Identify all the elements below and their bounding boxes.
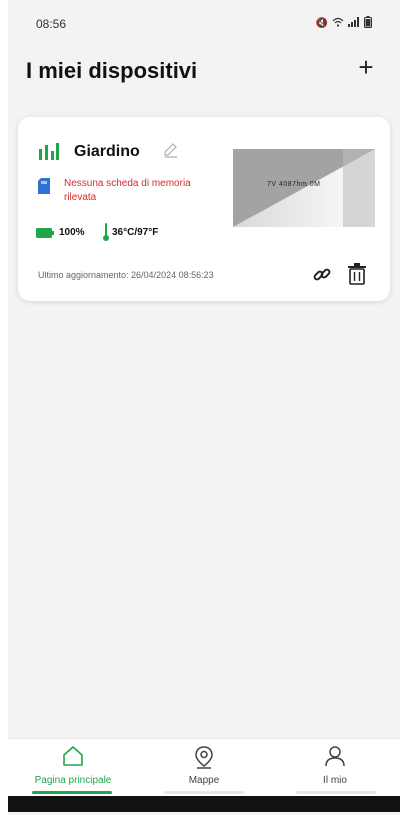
- camera-thumbnail[interactable]: 7V 4087hm 0M: [233, 149, 375, 227]
- device-name: Giardino: [74, 143, 140, 160]
- nav-item-profile[interactable]: Il mio: [270, 739, 400, 797]
- add-device-button[interactable]: +: [354, 54, 378, 80]
- wifi-icon: [332, 17, 344, 31]
- map-pin-icon: [195, 746, 213, 769]
- nav-item-maps[interactable]: Mappe: [139, 739, 269, 797]
- device-card[interactable]: Giardino Nessuna scheda di memoria rilev…: [18, 117, 390, 301]
- temperature: 36°C/97°F: [112, 227, 159, 238]
- battery-level-icon: [36, 228, 54, 238]
- status-bar: 08:56 🔇: [8, 0, 400, 44]
- status-time: 08:56: [36, 17, 67, 31]
- nav-label-home: Pagina principale: [34, 775, 112, 786]
- bottom-navigation: Pagina principale Mappe Il mio: [8, 738, 400, 796]
- system-navigation-bar: [8, 796, 400, 812]
- nav-item-home[interactable]: Pagina principale: [8, 739, 138, 797]
- home-icon: [63, 746, 83, 766]
- nav-label-maps: Mappe: [188, 775, 220, 786]
- app-screen: 08:56 🔇 I miei dispositivi + Giardino Ne…: [8, 0, 400, 815]
- link-icon[interactable]: [312, 265, 332, 285]
- user-icon: [325, 746, 345, 767]
- thumbnail-image: [233, 149, 375, 227]
- status-icons: 🔇: [316, 16, 372, 32]
- nav-indicator-maps: [164, 791, 244, 794]
- page-title: I miei dispositivi: [26, 58, 198, 83]
- mute-icon: 🔇: [315, 18, 328, 29]
- signal-strength-icon: [39, 143, 59, 160]
- thermometer-icon: [103, 223, 109, 241]
- nav-indicator-home: [32, 791, 112, 794]
- battery-level: 100%: [59, 227, 85, 238]
- nav-indicator-profile: [296, 791, 376, 794]
- edit-icon[interactable]: [162, 141, 180, 159]
- sd-card-icon: [38, 178, 50, 194]
- trash-icon[interactable]: [348, 263, 366, 285]
- nav-label-profile: Il mio: [323, 775, 347, 786]
- sd-card-warning: Nessuna scheda di memoria rilevata: [64, 178, 191, 203]
- last-update: Ultimo aggiornamento: 26/04/2024 08:56:2…: [38, 270, 214, 280]
- thumbnail-overlay-text: 7V 4087hm 0M: [267, 181, 321, 188]
- signal-icon: [348, 17, 360, 31]
- battery-icon: [364, 16, 372, 32]
